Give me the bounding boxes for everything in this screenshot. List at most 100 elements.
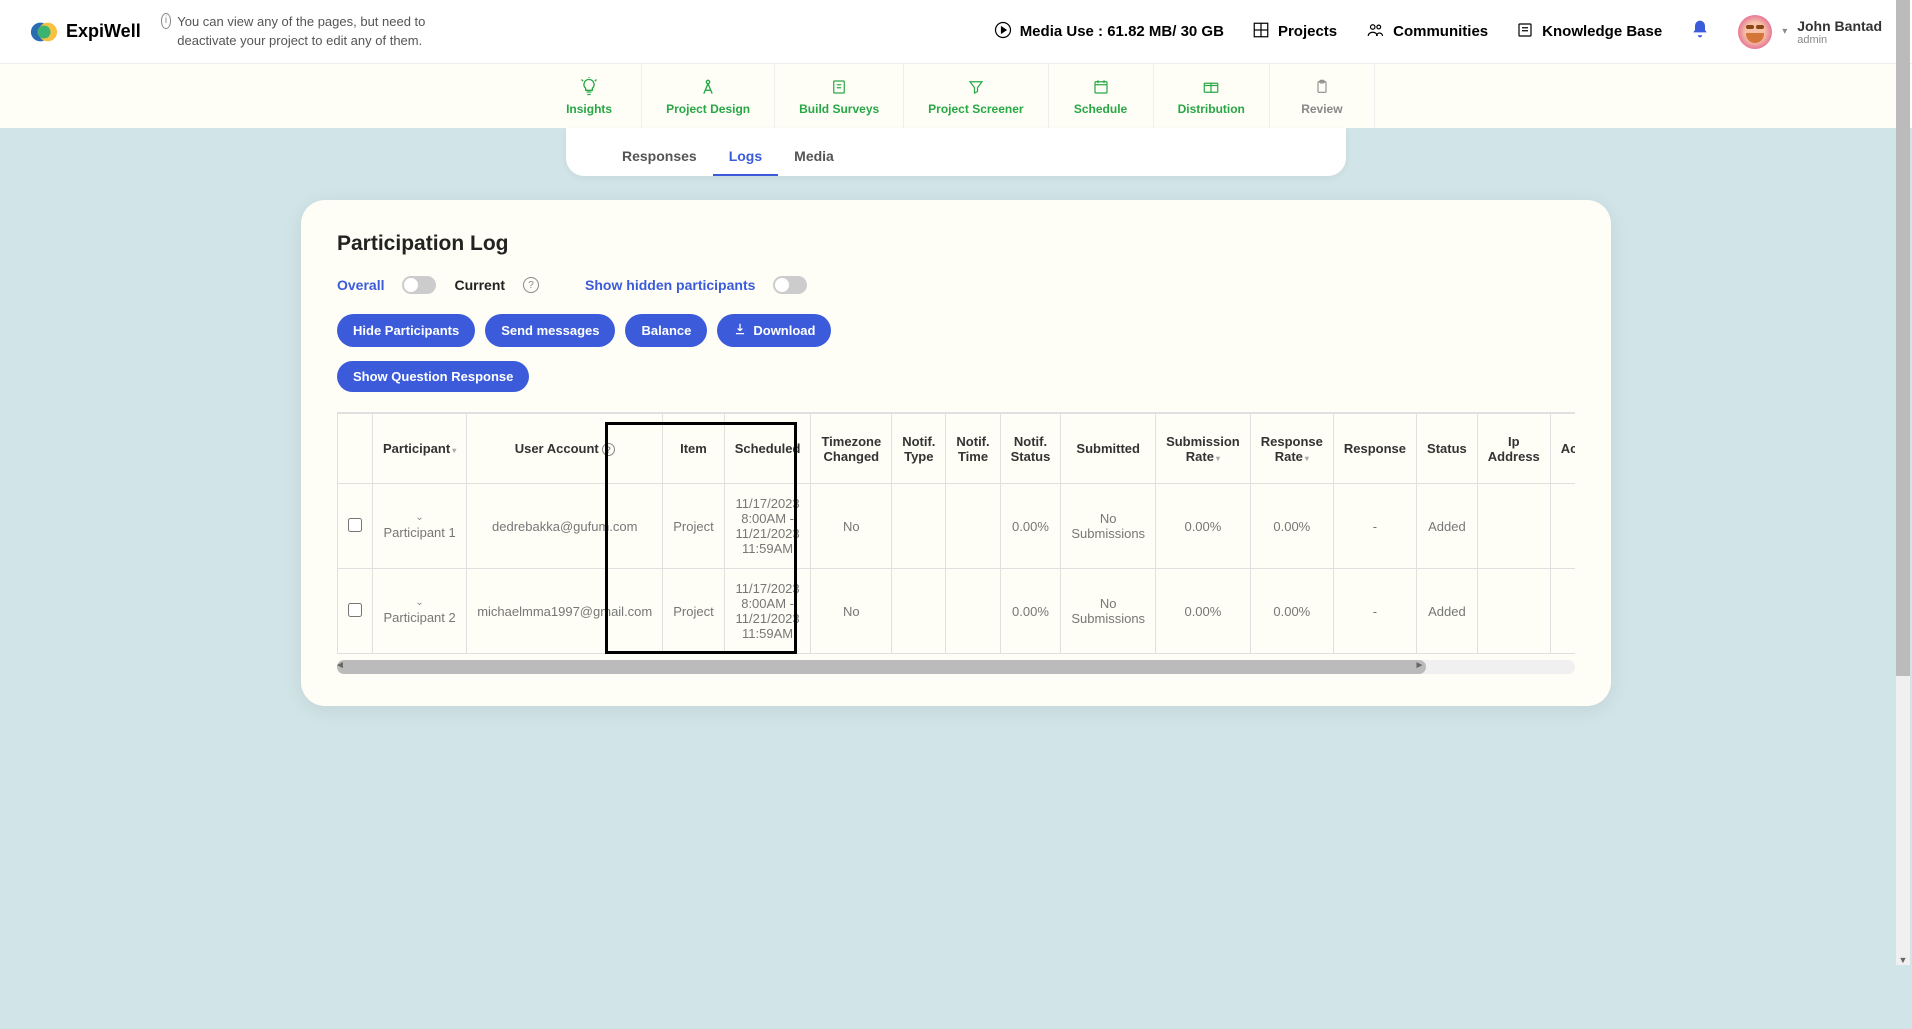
cell-timezone: No: [811, 569, 892, 654]
nav-communities[interactable]: Communities: [1365, 21, 1488, 43]
cell-notif-status: 0.00%: [1000, 569, 1061, 654]
cell-scheduled: 11/17/2023 8:00AM - 11/21/2023 11:59AM: [724, 569, 811, 654]
col-active[interactable]: Active: [1550, 414, 1575, 484]
download-label: Download: [753, 323, 815, 338]
subnav-insights-label: Insights: [566, 102, 612, 116]
col-user-account-label: User Account: [515, 441, 599, 456]
subnav-distribution[interactable]: Distribution: [1154, 64, 1270, 128]
nav-kb[interactable]: Knowledge Base: [1516, 21, 1662, 43]
cell-participant[interactable]: ⌄Participant 2: [373, 569, 467, 654]
subnav-surveys-label: Build Surveys: [799, 102, 879, 116]
table-scroll-area[interactable]: Participant▾ User Account? Item Schedule…: [337, 412, 1575, 654]
document-icon: [830, 76, 848, 98]
col-notif-status[interactable]: Notif. Status: [1000, 414, 1061, 484]
subnav-build-surveys[interactable]: Build Surveys: [775, 64, 904, 128]
user-menu[interactable]: ▾ John Bantad admin: [1738, 15, 1882, 49]
col-user-account[interactable]: User Account?: [467, 414, 663, 484]
sort-icon: ▾: [1216, 454, 1220, 463]
row-checkbox[interactable]: [348, 603, 362, 617]
sort-icon: ▾: [1305, 454, 1309, 463]
nav-projects[interactable]: Projects: [1252, 21, 1337, 43]
cell-response-rate: 0.00%: [1250, 484, 1333, 569]
brand-name: ExpiWell: [66, 21, 141, 42]
cell-status: Added: [1417, 484, 1478, 569]
cell-user-account: michaelmma1997@gmail.com: [467, 569, 663, 654]
participation-log-card: Participation Log Overall Current ? Show…: [301, 200, 1611, 706]
col-participant[interactable]: Participant▾: [373, 414, 467, 484]
subnav-review-label: Review: [1301, 102, 1342, 116]
cell-submission-rate: 0.00%: [1156, 484, 1251, 569]
cell-response-rate: 0.00%: [1250, 569, 1333, 654]
col-notif-time[interactable]: Notif. Time: [946, 414, 1000, 484]
subnav-design-label: Project Design: [666, 102, 750, 116]
info-banner: i You can view any of the pages, but nee…: [161, 13, 481, 49]
cell-notif-time: [946, 484, 1000, 569]
subnav-schedule[interactable]: Schedule: [1049, 64, 1154, 128]
user-role: admin: [1797, 34, 1882, 46]
col-response-rate[interactable]: Response Rate▾: [1250, 414, 1333, 484]
vertical-scrollbar-thumb[interactable]: [1896, 0, 1910, 676]
send-messages-button[interactable]: Send messages: [485, 314, 615, 347]
users-icon: [1365, 21, 1385, 43]
balance-button[interactable]: Balance: [625, 314, 707, 347]
tab-logs[interactable]: Logs: [713, 138, 778, 176]
col-response[interactable]: Response: [1333, 414, 1416, 484]
clipboard-icon: [1314, 76, 1330, 98]
cell-active: ✔: [1550, 569, 1575, 654]
filter-current-label: Current: [454, 277, 505, 293]
col-submission-rate[interactable]: Submission Rate▾: [1156, 414, 1251, 484]
help-icon[interactable]: ?: [602, 443, 615, 456]
cell-active: ✔: [1550, 484, 1575, 569]
subnav-project-design[interactable]: Project Design: [642, 64, 775, 128]
nav-communities-label: Communities: [1393, 23, 1488, 40]
bell-icon[interactable]: [1690, 19, 1710, 45]
expand-icon[interactable]: ⌄: [383, 597, 456, 608]
brand-logo[interactable]: ExpiWell: [30, 18, 141, 46]
col-notif-type[interactable]: Notif. Type: [892, 414, 946, 484]
subnav-distribution-label: Distribution: [1178, 102, 1245, 116]
expand-icon[interactable]: ⌄: [383, 512, 456, 523]
row-checkbox[interactable]: [348, 518, 362, 532]
cell-notif-type: [892, 484, 946, 569]
cell-scheduled: 11/17/2023 8:00AM - 11/21/2023 11:59AM: [724, 484, 811, 569]
cell-submitted: No Submissions: [1061, 569, 1156, 654]
col-resrate-label: Response Rate: [1261, 434, 1323, 464]
table-row: ⌄Participant 2 michaelmma1997@gmail.com …: [338, 569, 1576, 654]
cell-ip: [1477, 569, 1550, 654]
avatar: [1738, 15, 1772, 49]
media-use[interactable]: Media Use : 61.82 MB/ 30 GB: [994, 21, 1224, 43]
col-ip[interactable]: Ip Address: [1477, 414, 1550, 484]
col-submitted[interactable]: Submitted: [1061, 414, 1156, 484]
download-button[interactable]: Download: [717, 314, 831, 347]
funnel-icon: [967, 76, 985, 98]
subnav-insights[interactable]: Insights: [537, 64, 642, 128]
col-item[interactable]: Item: [663, 414, 724, 484]
filter-showhidden-label: Show hidden participants: [585, 277, 755, 293]
show-question-response-button[interactable]: Show Question Response: [337, 361, 529, 392]
help-icon[interactable]: ?: [523, 277, 539, 293]
cell-item: Project: [663, 484, 724, 569]
col-scheduled[interactable]: Scheduled: [724, 414, 811, 484]
calendar-icon: [1092, 76, 1110, 98]
col-status[interactable]: Status: [1417, 414, 1478, 484]
folder-icon: [1201, 76, 1221, 98]
participation-log-table: Participant▾ User Account? Item Schedule…: [337, 413, 1575, 654]
subnav-project-screener[interactable]: Project Screener: [904, 64, 1048, 128]
row-checkbox-cell: [338, 484, 373, 569]
vertical-scrollbar[interactable]: [1896, 0, 1910, 965]
horizontal-scrollbar[interactable]: [337, 660, 1575, 674]
col-timezone[interactable]: Timezone Changed: [811, 414, 892, 484]
cell-notif-type: [892, 569, 946, 654]
chevron-down-icon: ▾: [1782, 26, 1787, 37]
check-icon: ✔: [1574, 518, 1575, 535]
subnav-review[interactable]: Review: [1270, 64, 1375, 128]
tab-responses[interactable]: Responses: [606, 138, 713, 176]
hide-participants-button[interactable]: Hide Participants: [337, 314, 475, 347]
toggle-overall[interactable]: [402, 276, 436, 294]
tab-media[interactable]: Media: [778, 138, 850, 176]
cell-participant[interactable]: ⌄Participant 1: [373, 484, 467, 569]
scrollbar-thumb[interactable]: [337, 660, 1426, 674]
info-icon: i: [161, 13, 172, 29]
toggle-show-hidden[interactable]: [773, 276, 807, 294]
cell-notif-status: 0.00%: [1000, 484, 1061, 569]
